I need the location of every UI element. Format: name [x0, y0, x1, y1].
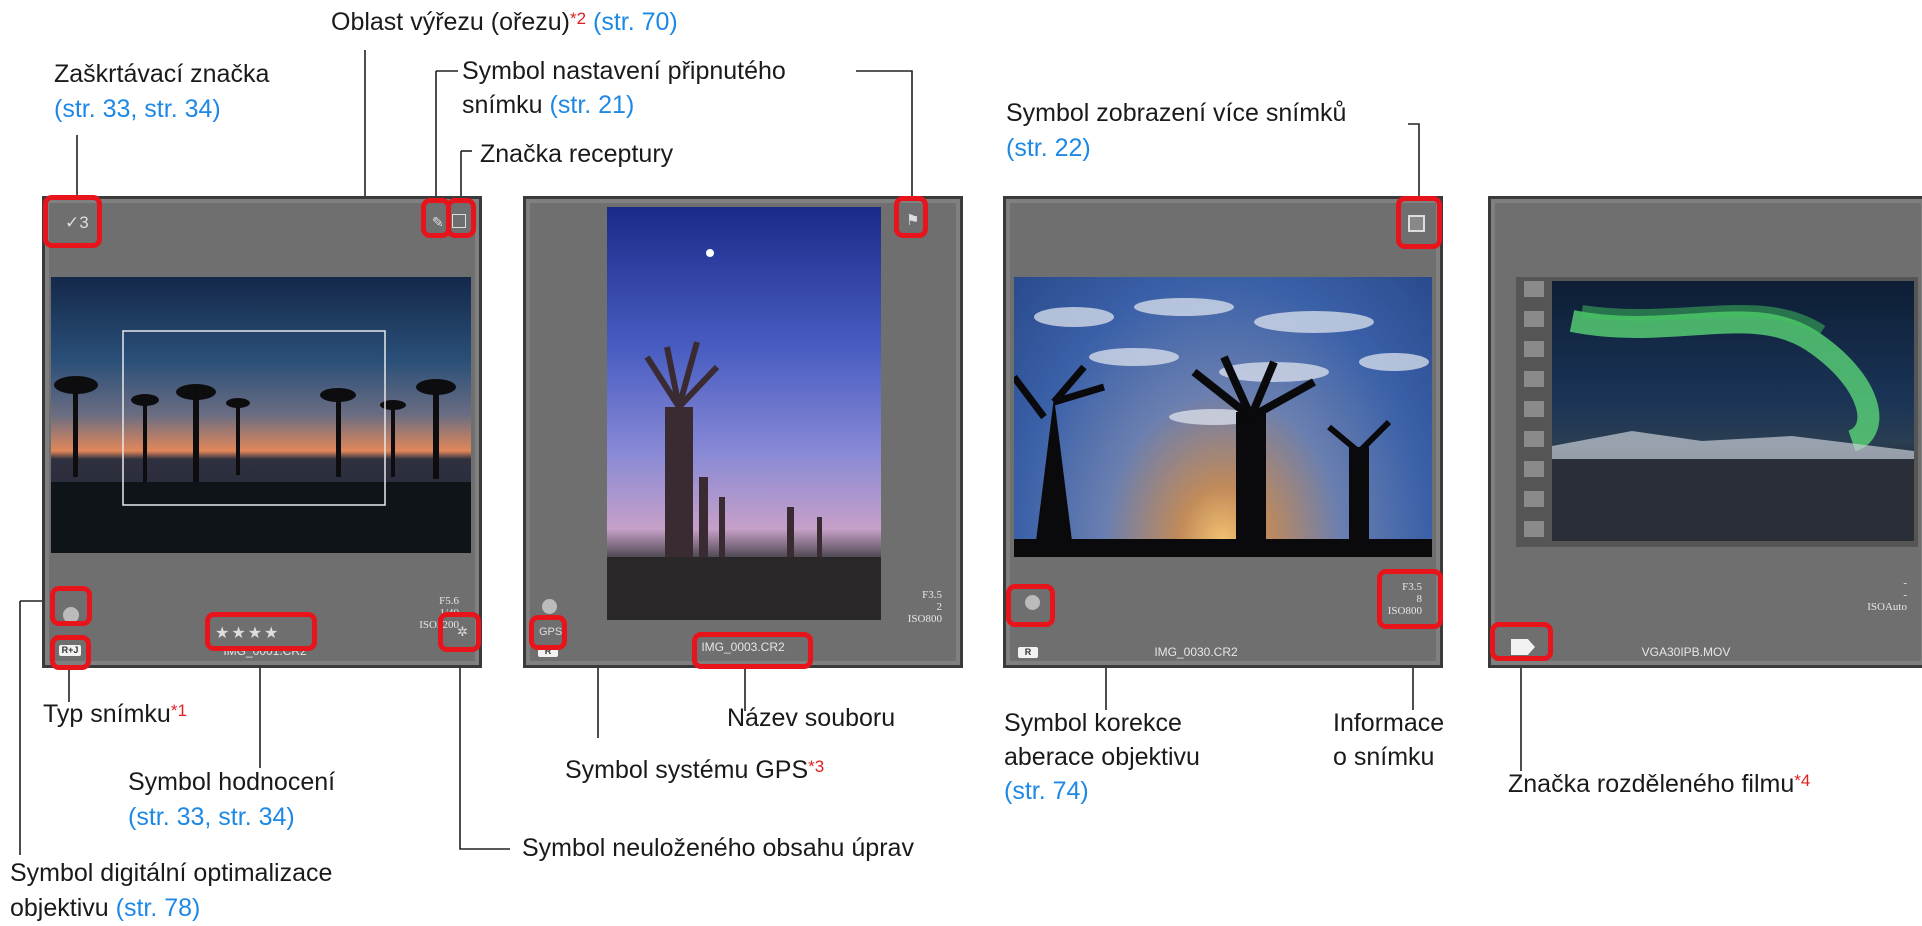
aberration-highlight	[1006, 584, 1055, 627]
multi-image-label: Symbol zobrazení více snímků (str. 22)	[1006, 99, 1347, 162]
unsaved-edits-label: Symbol neuloženého obsahu úprav	[522, 834, 914, 862]
flag-highlight	[894, 196, 928, 238]
film-strip	[1516, 277, 1918, 547]
dlo-highlight	[50, 586, 92, 626]
split-movie-highlight	[1490, 622, 1553, 661]
dlo-symbol-label: Symbol digitální optimalizace objektivu …	[10, 859, 333, 922]
file-name-highlight	[692, 632, 813, 669]
unsaved-edits-highlight	[438, 612, 481, 652]
image-type-highlight	[50, 635, 91, 670]
info-highlight	[1377, 569, 1443, 629]
shooting-info: - - ISOAuto	[1867, 577, 1907, 613]
thumbnail-image	[1552, 281, 1914, 541]
shooting-info: F3.5 2 ISO800	[907, 589, 942, 625]
image-info-label: Informace o snímku	[1333, 709, 1445, 771]
split-movie-label: Značka rozděleného filmu*4	[1508, 770, 1811, 798]
thumbnail-2[interactable]: ⚑ F3.5 2 ISO800 GPS R IMG_0003.CR2	[523, 196, 963, 668]
multi-image-highlight	[1396, 196, 1442, 249]
pinned-symbol-label: Symbol nastavení připnutého snímku (str.…	[462, 57, 786, 119]
thumbnail-image	[607, 207, 881, 620]
thumbnail-image	[51, 277, 471, 553]
image-type-label: Typ snímku*1	[43, 700, 187, 728]
lens-aberration-icon	[542, 599, 557, 614]
file-name-label: Název souboru	[727, 704, 896, 732]
recipe-highlight	[446, 198, 476, 238]
aberration-symbol-label: Symbol korekce aberace objektivu (str. 7…	[1004, 709, 1200, 805]
rating-symbol-label: Symbol hodnocení (str. 33, str. 34)	[128, 768, 336, 831]
file-name: IMG_0030.CR2	[1154, 645, 1238, 659]
gps-symbol-label: Symbol systému GPS*3	[565, 756, 825, 784]
checkmark-label: Zaškrtávací značka (str. 33, str. 34)	[54, 60, 270, 123]
gps-highlight	[529, 615, 567, 650]
image-type-badge: R	[1018, 647, 1038, 658]
rating-highlight	[205, 612, 317, 651]
crop-area-label: Oblast výřezu (ořezu)*2 (str. 70)	[331, 8, 678, 36]
thumbnail-1[interactable]: ✓3 ✎ F5.6 1/40 ISO3200 ★★★★ ✲ R+J IMG_0001…	[42, 196, 482, 668]
thumbnail-4[interactable]: - - ISOAuto VGA30IPB.MOV	[1488, 196, 1922, 668]
thumbnail-image	[1014, 277, 1432, 557]
file-name: VGA30IPB.MOV	[1641, 645, 1731, 659]
recipe-mark-label: Značka receptury	[480, 140, 674, 168]
check-mark-highlight	[43, 195, 102, 248]
